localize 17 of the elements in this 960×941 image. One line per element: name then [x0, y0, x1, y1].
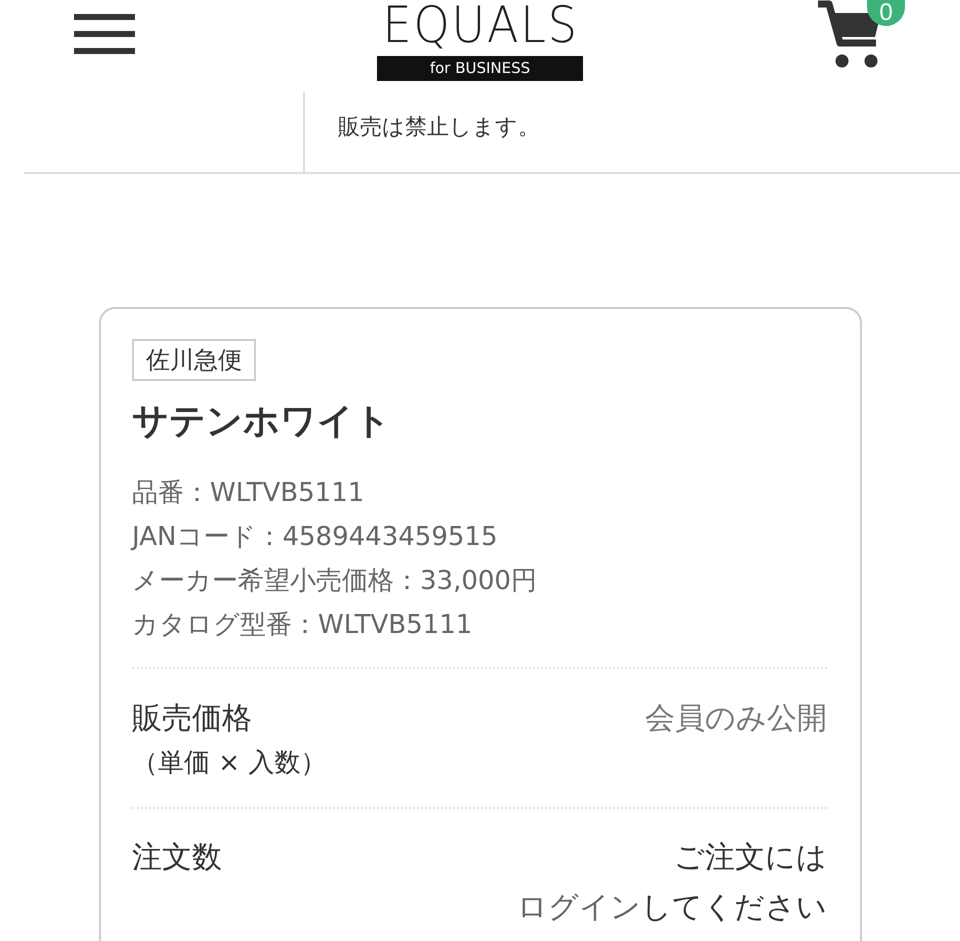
spec-line: メーカー希望小売価格：33,000円	[132, 565, 537, 598]
shipping-tag: 佐川急便	[132, 339, 256, 381]
cart-count-badge: 0	[867, 0, 905, 26]
price-value: 会員のみ公開	[645, 700, 827, 738]
product-name: サテンホワイト	[132, 400, 391, 444]
spec-line: カタログ型番：WLTVB5111	[132, 609, 472, 642]
price-label: 販売価格	[132, 700, 252, 738]
login-link[interactable]: ログイン	[517, 890, 641, 925]
order-quantity-label: 注文数	[132, 839, 222, 877]
logo-title[interactable]: EQUALS	[382, 0, 580, 50]
notice-text: 販売は禁止します。	[338, 114, 540, 142]
spec-line: 品番：WLTVB5111	[132, 477, 364, 510]
logo-subtitle[interactable]: for BUSINESS	[377, 56, 583, 81]
price-sublabel: （単価 × 入数）	[132, 747, 326, 780]
menu-button[interactable]	[74, 14, 135, 54]
login-note: ご注文には ログイン してください	[517, 839, 827, 927]
spec-line: JANコード：4589443459515	[132, 521, 498, 554]
